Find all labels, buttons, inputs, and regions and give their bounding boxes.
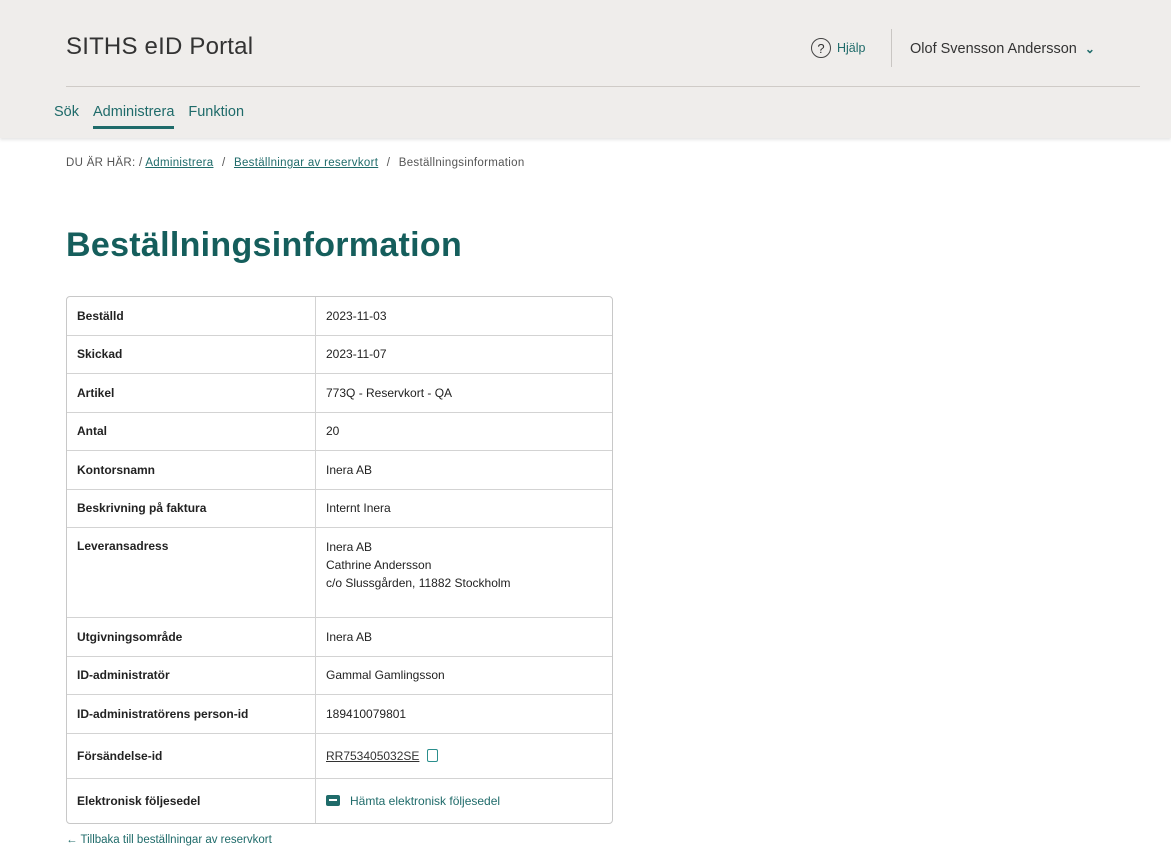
address-line: Cathrine Andersson — [326, 558, 432, 572]
copy-icon[interactable] — [427, 748, 439, 763]
row-label: Antal — [67, 412, 316, 451]
table-row: Leveransadress Inera AB Cathrine Anderss… — [67, 528, 612, 618]
table-row: Skickad 2023-11-07 — [67, 335, 612, 374]
row-value: 773Q - Reservkort - QA — [316, 374, 612, 413]
delivery-address: Inera AB Cathrine Andersson c/o Slussgår… — [316, 528, 612, 618]
user-name: Olof Svensson Andersson — [910, 41, 1077, 57]
row-label: Utgivningsområde — [67, 618, 316, 657]
page-title: Beställningsinformation — [66, 226, 463, 264]
table-row: Beställd 2023-11-03 — [67, 297, 612, 336]
header-divider — [891, 29, 892, 67]
table-row: Antal 20 — [67, 412, 612, 451]
table-row: Utgivningsområde Inera AB — [67, 618, 612, 657]
help-icon: ? — [811, 38, 831, 58]
breadcrumb: DU ÄR HÄR: / Administrera / Beställninga… — [66, 157, 525, 169]
chevron-down-icon: ⌄ — [1084, 42, 1095, 56]
table-row: Beskrivning på faktura Internt Inera — [67, 489, 612, 528]
row-label: Försändelse-id — [67, 733, 316, 779]
breadcrumb-link-bestallningar[interactable]: Beställningar av reservkort — [234, 157, 378, 169]
row-value: 2023-11-03 — [316, 297, 612, 336]
table-row: ID-administratör Gammal Gamlingsson — [67, 656, 612, 695]
row-label: Beskrivning på faktura — [67, 489, 316, 528]
delivery-note-cell: Hämta elektronisk följesedel — [316, 779, 612, 823]
tab-sok[interactable]: Sök — [54, 104, 79, 129]
table-row: Kontorsnamn Inera AB — [67, 451, 612, 490]
table-row: Artikel 773Q - Reservkort - QA — [67, 374, 612, 413]
address-line: Inera AB — [326, 540, 373, 554]
breadcrumb-link-administrera[interactable]: Administrera — [145, 157, 213, 169]
tab-administrera[interactable]: Administrera — [93, 104, 175, 129]
header-divider-line — [66, 86, 1140, 87]
row-value: Inera AB — [316, 618, 612, 657]
row-label: ID-administratör — [67, 656, 316, 695]
row-label: Leveransadress — [67, 528, 316, 618]
shipment-id-link[interactable]: RR753405032SE — [326, 749, 419, 763]
row-label: Skickad — [67, 335, 316, 374]
user-menu[interactable]: Olof Svensson Andersson ⌄ — [910, 41, 1095, 57]
table-row: ID-administratörens person-id 1894100798… — [67, 695, 612, 734]
app-title[interactable]: SITHS eID Portal — [66, 33, 253, 61]
row-value: Internt Inera — [316, 490, 612, 528]
row-label: Beställd — [67, 297, 316, 336]
breadcrumb-current: Beställningsinformation — [398, 157, 525, 169]
help-label: Hjälp — [837, 41, 866, 55]
breadcrumb-separator: / — [221, 157, 226, 169]
document-icon — [326, 795, 340, 806]
row-value: 20 — [316, 413, 612, 451]
order-details-table: Beställd 2023-11-03 Skickad 2023-11-07 A… — [66, 296, 613, 824]
back-link[interactable]: ← Tillbaka till beställningar av reservk… — [66, 834, 272, 846]
table-row: Elektronisk följesedel Hämta elektronisk… — [67, 778, 612, 823]
row-value: 189410079801 — [316, 695, 612, 734]
main-nav: Sök Administrera Funktion — [54, 104, 244, 129]
download-delivery-note-link[interactable]: Hämta elektronisk följesedel — [350, 794, 500, 808]
tab-funktion[interactable]: Funktion — [188, 104, 244, 129]
help-button[interactable]: ? Hjälp — [811, 38, 866, 58]
breadcrumb-separator: / — [386, 157, 391, 169]
shipment-id-cell: RR753405032SE — [316, 734, 612, 779]
row-label: Elektronisk följesedel — [67, 778, 316, 823]
row-label: Artikel — [67, 374, 316, 413]
row-value: Gammal Gamlingsson — [316, 657, 612, 695]
address-line: c/o Slussgården, 11882 Stockholm — [326, 576, 511, 590]
row-value: Inera AB — [316, 451, 612, 490]
row-value: 2023-11-07 — [316, 336, 612, 374]
row-label: Kontorsnamn — [67, 451, 316, 490]
row-label: ID-administratörens person-id — [67, 695, 316, 734]
table-row: Försändelse-id RR753405032SE — [67, 733, 612, 779]
breadcrumb-prefix: DU ÄR HÄR: / — [66, 157, 143, 169]
top-header: SITHS eID Portal ? Hjälp Olof Svensson A… — [0, 0, 1171, 138]
